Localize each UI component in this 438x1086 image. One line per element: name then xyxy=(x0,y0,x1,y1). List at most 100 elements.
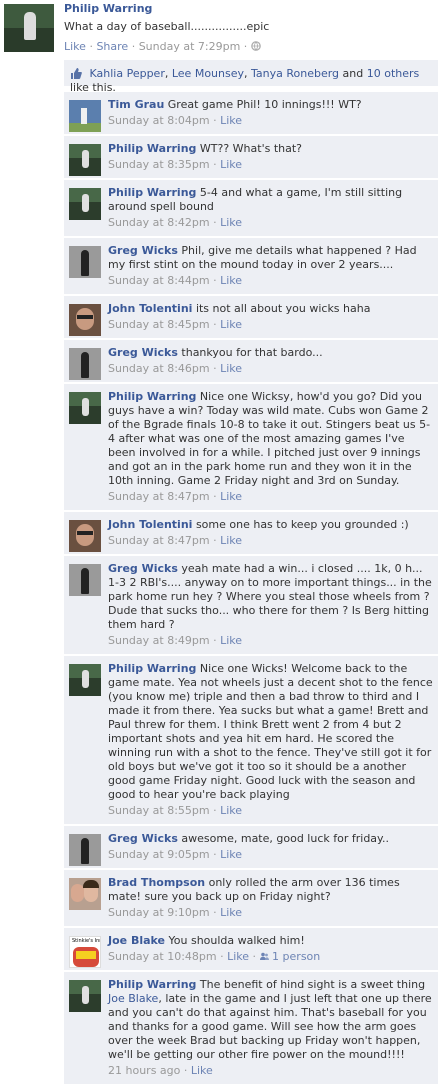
comment-like-link[interactable]: Like xyxy=(220,158,242,171)
comment: John Tolentini some one has to keep you … xyxy=(64,512,438,556)
commenter-avatar[interactable] xyxy=(69,304,101,336)
comment: Philip Warring Nice one Wicks! Welcome b… xyxy=(64,656,438,826)
comment-like-link[interactable]: Like xyxy=(220,634,242,647)
liker-name[interactable]: Kahlia Pepper xyxy=(90,67,165,80)
commenter-name[interactable]: Greg Wicks xyxy=(108,562,178,575)
comment-like-link[interactable]: Like xyxy=(220,114,242,127)
comment-like-link[interactable]: Like xyxy=(220,534,242,547)
commenter-name[interactable]: Philip Warring xyxy=(108,662,196,675)
comment: Greg Wicks awesome, mate, good luck for … xyxy=(64,826,438,870)
post-share-link[interactable]: Share xyxy=(96,40,128,53)
mention-link[interactable]: Joe Blake xyxy=(108,992,158,1005)
meta-separator: · xyxy=(243,40,248,53)
comment-text: Nice one Wicksy, how'd you go? Did you g… xyxy=(108,390,431,487)
avatar-logo-text: Stinkie's Inn xyxy=(72,938,100,944)
commenter-name[interactable]: Philip Warring xyxy=(108,142,196,155)
comment-text: Great game Phil! 10 innings!!! WT? xyxy=(167,98,362,111)
comment-text: its not all about you wicks haha xyxy=(195,302,371,315)
commenter-avatar[interactable] xyxy=(69,246,101,278)
liker-name[interactable]: Lee Mounsey xyxy=(172,67,244,80)
commenter-avatar[interactable] xyxy=(69,520,101,552)
comment-time[interactable]: Sunday at 8:49pm xyxy=(108,634,210,647)
comment-time[interactable]: Sunday at 10:48pm xyxy=(108,950,217,963)
comment: John Tolentini its not all about you wic… xyxy=(64,296,438,340)
comment: Stinkie's Inn Joe Blake You shoulda walk… xyxy=(64,928,438,972)
commenter-name[interactable]: Philip Warring xyxy=(108,390,196,403)
comment-like-link[interactable]: Like xyxy=(220,490,242,503)
thumbs-up-icon xyxy=(71,68,82,79)
likes-others-link[interactable]: 10 others xyxy=(367,67,420,80)
commenter-name[interactable]: Joe Blake xyxy=(108,934,165,947)
comment-like-count[interactable]: 1 person xyxy=(272,950,320,963)
comment-time[interactable]: Sunday at 8:46pm xyxy=(108,362,210,375)
comment-like-link[interactable]: Like xyxy=(220,362,242,375)
comment: Philip Warring The benefit of hind sight… xyxy=(64,972,438,1086)
comment-like-link[interactable]: Like xyxy=(220,804,242,817)
comment-time[interactable]: Sunday at 8:55pm xyxy=(108,804,210,817)
comment-time[interactable]: Sunday at 9:05pm xyxy=(108,848,210,861)
people-icon xyxy=(259,952,269,960)
comment: Philip Warring WT?? What's that? Sunday … xyxy=(64,136,438,180)
commenter-name[interactable]: Greg Wicks xyxy=(108,346,178,359)
meta-separator: · xyxy=(89,40,93,53)
comment-text: You shoulda walked him! xyxy=(168,934,305,947)
liker-name[interactable]: Tanya Roneberg xyxy=(251,67,339,80)
meta-separator: · xyxy=(131,40,136,53)
likes-and: and xyxy=(339,67,367,80)
commenter-name[interactable]: Greg Wicks xyxy=(108,832,178,845)
commenter-avatar[interactable] xyxy=(69,348,101,380)
commenter-avatar[interactable] xyxy=(69,564,101,596)
post-time[interactable]: Sunday at 7:29pm xyxy=(139,40,241,53)
comment: Greg Wicks yeah mate had a win... i clos… xyxy=(64,556,438,656)
commenter-avatar[interactable] xyxy=(69,980,101,1012)
comment-time[interactable]: Sunday at 8:04pm xyxy=(108,114,210,127)
comment-like-link[interactable]: Like xyxy=(220,848,242,861)
likes-separator: , xyxy=(164,67,172,80)
comment-time[interactable]: Sunday at 8:47pm xyxy=(108,490,210,503)
commenter-avatar[interactable] xyxy=(69,144,101,176)
comment: Philip Warring Nice one Wicksy, how'd yo… xyxy=(64,384,438,512)
comment-time[interactable]: Sunday at 8:42pm xyxy=(108,216,210,229)
commenter-name[interactable]: John Tolentini xyxy=(108,302,192,315)
comments-list: Tim Grau Great game Phil! 10 innings!!! … xyxy=(64,92,438,1086)
comment-like-link[interactable]: Like xyxy=(191,1064,213,1077)
post-author-avatar[interactable] xyxy=(4,4,54,52)
post: Philip Warring What a day of baseball...… xyxy=(0,0,438,94)
commenter-avatar[interactable] xyxy=(69,834,101,866)
post-author-name[interactable]: Philip Warring xyxy=(64,2,152,16)
comment: Brad Thompson only rolled the arm over 1… xyxy=(64,870,438,928)
comment-like-link[interactable]: Like xyxy=(227,950,249,963)
commenter-avatar[interactable] xyxy=(69,664,101,696)
commenter-name[interactable]: Philip Warring xyxy=(108,978,196,991)
comment-like-link[interactable]: Like xyxy=(220,906,242,919)
commenter-name[interactable]: Philip Warring xyxy=(108,186,196,199)
commenter-name[interactable]: John Tolentini xyxy=(108,518,192,531)
commenter-name[interactable]: Tim Grau xyxy=(108,98,164,111)
commenter-avatar[interactable] xyxy=(69,188,101,220)
commenter-avatar[interactable] xyxy=(69,878,101,910)
comment-like-link[interactable]: Like xyxy=(220,274,242,287)
comment-text: awesome, mate, good luck for friday.. xyxy=(181,832,389,845)
post-text: What a day of baseball................ep… xyxy=(64,20,270,33)
comment-time[interactable]: 21 hours ago xyxy=(108,1064,180,1077)
post-meta: Like · Share · Sunday at 7:29pm · xyxy=(64,40,261,54)
post-like-link[interactable]: Like xyxy=(64,40,86,53)
comment: Greg Wicks Phil, give me details what ha… xyxy=(64,238,438,296)
comment: Tim Grau Great game Phil! 10 innings!!! … xyxy=(64,92,438,136)
comment-time[interactable]: Sunday at 8:45pm xyxy=(108,318,210,331)
commenter-name[interactable]: Brad Thompson xyxy=(108,876,205,889)
comment-text: Nice one Wicks! Welcome back to the game… xyxy=(108,662,433,801)
comment-time[interactable]: Sunday at 8:44pm xyxy=(108,274,210,287)
comment-time[interactable]: Sunday at 9:10pm xyxy=(108,906,210,919)
comment-text: The benefit of hind sight is a sweet thi… xyxy=(199,978,426,991)
comment-time[interactable]: Sunday at 8:35pm xyxy=(108,158,210,171)
comment-time[interactable]: Sunday at 8:47pm xyxy=(108,534,210,547)
commenter-avatar[interactable]: Stinkie's Inn xyxy=(69,936,101,968)
commenter-name[interactable]: Greg Wicks xyxy=(108,244,178,257)
comment-like-link[interactable]: Like xyxy=(220,216,242,229)
commenter-avatar[interactable] xyxy=(69,392,101,424)
comment-text: thankyou for that bardo... xyxy=(181,346,323,359)
commenter-avatar[interactable] xyxy=(69,100,101,132)
comment: Greg Wicks thankyou for that bardo... Su… xyxy=(64,340,438,384)
comment-like-link[interactable]: Like xyxy=(220,318,242,331)
